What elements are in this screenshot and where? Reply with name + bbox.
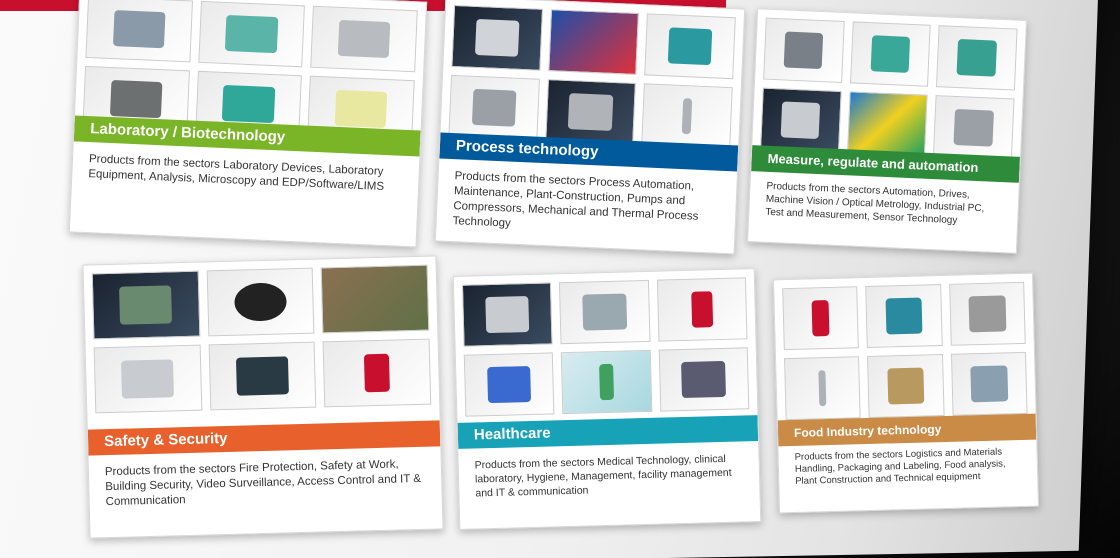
dome-camera-image — [206, 267, 315, 337]
peristaltic-pump-image — [559, 279, 651, 345]
alarm-beacon-image — [322, 338, 432, 408]
centrifugal-pump-image — [865, 284, 943, 349]
card-description: Products from the sectors Automation, Dr… — [765, 180, 985, 227]
alarm-beacon-image — [782, 286, 860, 351]
lab-robot-image — [197, 0, 306, 68]
card-description: Products from the sectors Fire Protectio… — [104, 458, 422, 509]
pump-units-image — [451, 4, 543, 71]
card-description: Products from the sectors Process Automa… — [452, 170, 699, 230]
wireless-sensor-image — [561, 349, 653, 415]
card-description: Products from the sectors Laboratory Dev… — [88, 153, 385, 193]
sieve-tower-image — [448, 74, 540, 141]
thumbnail-grid — [760, 17, 1018, 161]
pump-units-image — [461, 282, 553, 347]
card-laboratory-biotechnology[interactable]: Laboratory / Biotechnology Products from… — [68, 0, 428, 248]
card-food-industry-technology[interactable]: Food Industry technology Products from t… — [772, 272, 1040, 514]
card-description: Products from the sectors Logistics and … — [794, 446, 1006, 487]
card-title: Safety & Security — [87, 420, 441, 456]
surveillance-monitor-image — [91, 270, 201, 340]
video-software-image — [93, 344, 202, 414]
thumbnail-grid — [782, 281, 1028, 421]
pump-units-image — [760, 87, 842, 153]
card-healthcare[interactable]: Healthcare Products from the sectors Med… — [452, 268, 762, 530]
test-rig-image — [936, 25, 1018, 91]
gate-image — [320, 264, 430, 334]
sensor-rod-image — [784, 356, 861, 421]
sensor-rod-image — [641, 83, 733, 150]
card-process-technology[interactable]: Process technology Products from the sec… — [434, 0, 746, 255]
gear-pump-image — [544, 79, 637, 145]
card-measure-regulate-automation[interactable]: Measure, regulate and automation Product… — [747, 8, 1027, 254]
card-description: Products from the sectors Medical Techno… — [474, 452, 732, 500]
tubing-image — [547, 9, 640, 75]
camera-image — [933, 95, 1015, 161]
network-recorder-image — [208, 341, 317, 411]
card-title: Healthcare — [457, 415, 759, 449]
control-cabinet-image — [763, 17, 845, 83]
analyzer-box-image — [658, 347, 750, 412]
alarm-beacon-image — [656, 277, 748, 342]
thumbnail-grid — [448, 4, 736, 150]
card-safety-security[interactable]: Safety & Security Products from the sect… — [82, 255, 444, 539]
filling-machine-image — [950, 351, 1028, 416]
valve-image — [867, 354, 945, 418]
thumbnail-grid — [461, 277, 750, 417]
automation-frame-image — [849, 21, 932, 87]
lab-analyzer-image — [310, 5, 418, 73]
color-sensors-image — [846, 91, 928, 157]
card-title: Food Industry technology — [777, 413, 1037, 447]
gear-unit-image — [948, 281, 1026, 346]
centrifugal-pump-image — [644, 13, 736, 80]
thumbnail-grid — [91, 264, 432, 414]
scene: Laboratory / Biotechnology Products from… — [0, 0, 1120, 558]
lab-device-image — [85, 0, 193, 63]
syringe-pump-image — [463, 352, 555, 417]
